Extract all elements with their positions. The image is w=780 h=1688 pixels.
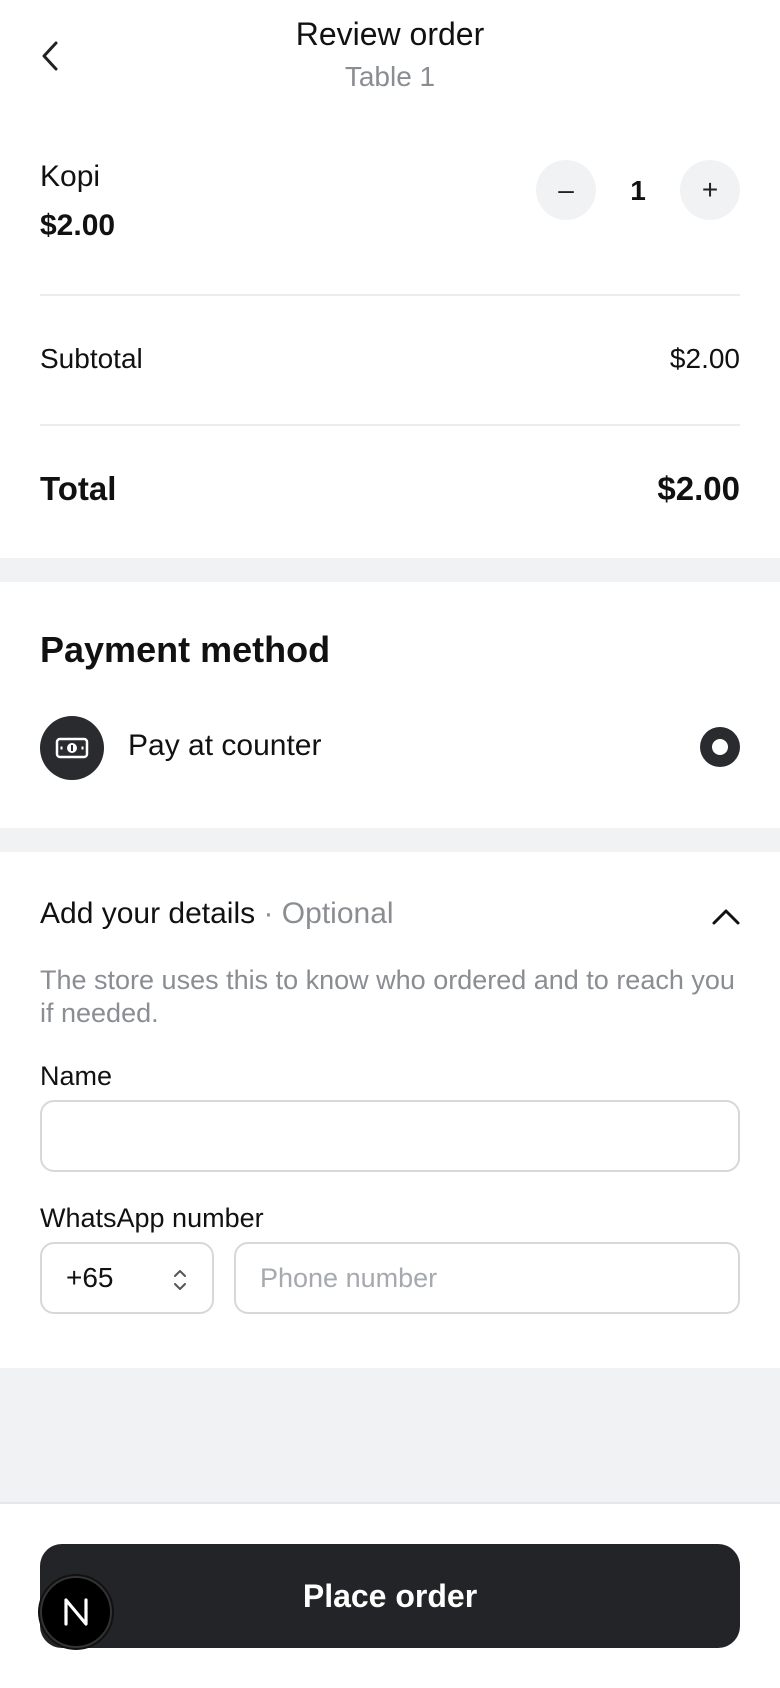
increase-quantity-button[interactable]: +	[680, 160, 740, 220]
total-label: Total	[40, 470, 117, 507]
table-label: Table 1	[344, 61, 436, 92]
n-logo-badge[interactable]	[40, 1576, 112, 1648]
optional-label: · Optional	[263, 897, 394, 930]
country-code-value: +65	[66, 1262, 114, 1293]
header: Review order Table 1	[0, 0, 780, 120]
country-code-select[interactable]: +65	[40, 1242, 214, 1314]
payment-method-title: Payment method	[40, 629, 331, 670]
name-input[interactable]	[40, 1100, 740, 1172]
subtotal-value: $2.00	[669, 343, 740, 374]
chevron-up-icon[interactable]	[710, 901, 742, 931]
total-value: $2.00	[657, 470, 740, 507]
subtotal-label: Subtotal	[40, 343, 143, 374]
divider	[40, 294, 740, 296]
cart-item-name: Kopi	[40, 160, 101, 193]
phone-number-input[interactable]	[234, 1242, 740, 1314]
pay-at-counter-label[interactable]: Pay at counter	[128, 729, 321, 763]
payment-section	[0, 582, 780, 828]
details-toggle[interactable]: Add your details · Optional	[40, 897, 394, 931]
cart-item-price: $2.00	[40, 209, 116, 242]
details-helper-text: The store uses this to know who ordered …	[40, 965, 735, 1028]
details-title: Add your details	[40, 897, 256, 930]
cash-icon	[40, 716, 104, 780]
pay-at-counter-radio[interactable]	[700, 727, 740, 767]
place-order-button[interactable]: Place order	[40, 1544, 740, 1648]
n-logo-icon	[64, 1598, 88, 1626]
radio-selected-dot	[712, 739, 728, 755]
decrease-quantity-button[interactable]: –	[536, 160, 596, 220]
select-arrows-icon	[174, 1270, 186, 1290]
divider	[40, 424, 740, 426]
whatsapp-label: WhatsApp number	[40, 1203, 264, 1233]
quantity-value: 1	[630, 175, 646, 206]
page-title: Review order	[295, 16, 485, 52]
name-label: Name	[40, 1061, 113, 1091]
